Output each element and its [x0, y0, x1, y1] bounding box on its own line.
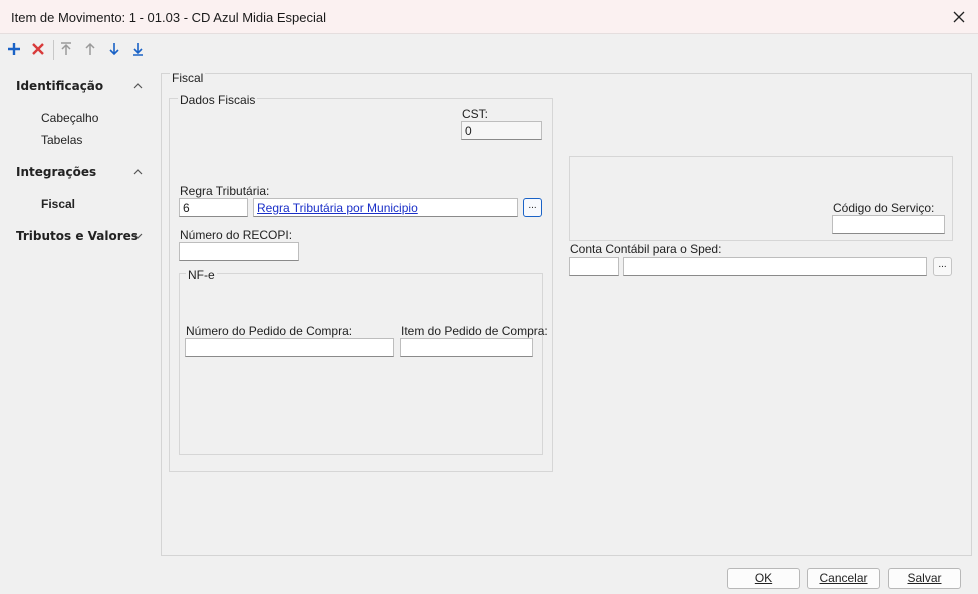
- arrow-down-icon[interactable]: [106, 41, 122, 57]
- conta-contabil-label: Conta Contábil para o Sped:: [570, 242, 722, 256]
- sidebar-item-cabecalho[interactable]: Cabeçalho: [41, 111, 98, 125]
- recopi-field[interactable]: [179, 242, 299, 261]
- conta-contabil-code-field[interactable]: [569, 257, 619, 276]
- toolbar-separator: [53, 40, 54, 60]
- x-icon[interactable]: [30, 41, 46, 57]
- ok-button[interactable]: OK: [727, 568, 800, 589]
- sidebar-item-tabelas[interactable]: Tabelas: [41, 133, 82, 147]
- item-pedido-field[interactable]: [400, 338, 533, 357]
- pedido-compra-field[interactable]: [185, 338, 394, 357]
- save-button-label: Salvar: [907, 571, 942, 585]
- section-identificacao[interactable]: Identificação: [16, 79, 103, 93]
- section-integracoes[interactable]: Integrações: [16, 165, 96, 179]
- cst-field[interactable]: 0: [461, 121, 542, 140]
- save-button[interactable]: Salvar: [888, 568, 961, 589]
- title-bar: Item de Movimento: 1 - 01.03 - CD Azul M…: [0, 0, 978, 34]
- cancel-button-label: Cancelar: [819, 571, 868, 585]
- chevron-up-icon[interactable]: [132, 80, 144, 92]
- codigo-servico-label: Código do Serviço:: [833, 201, 935, 215]
- dados-fiscais-title: Dados Fiscais: [178, 93, 258, 107]
- section-tributos-valores[interactable]: Tributos e Valores: [16, 229, 138, 243]
- pedido-compra-label: Número do Pedido de Compra:: [186, 324, 353, 338]
- arrow-up-icon[interactable]: [82, 41, 98, 57]
- toolbar: [0, 34, 978, 66]
- recopi-label: Número do RECOPI:: [180, 228, 293, 242]
- conta-contabil-lookup-button[interactable]: ...: [933, 257, 952, 276]
- regra-tributaria-code-field[interactable]: 6: [179, 198, 248, 217]
- regra-tributaria-label: Regra Tributária:: [180, 184, 270, 198]
- nfe-title: NF-e: [186, 268, 217, 282]
- regra-tributaria-description-field[interactable]: Regra Tributária por Municipio: [253, 198, 518, 217]
- cancel-button[interactable]: Cancelar: [807, 568, 880, 589]
- arrow-top-icon[interactable]: [58, 41, 74, 57]
- arrow-bottom-icon[interactable]: [130, 41, 146, 57]
- conta-contabil-description-field[interactable]: [623, 257, 927, 276]
- chevron-down-icon[interactable]: [132, 230, 144, 242]
- ok-button-label: OK: [754, 571, 773, 585]
- item-pedido-label: Item do Pedido de Compra:: [401, 324, 548, 338]
- plus-icon[interactable]: [6, 41, 22, 57]
- regra-tributaria-lookup-button[interactable]: ...: [523, 198, 542, 217]
- cst-label: CST:: [462, 107, 489, 121]
- regra-tributaria-link[interactable]: Regra Tributária por Municipio: [257, 201, 418, 215]
- group-title-fiscal: Fiscal: [170, 71, 206, 85]
- codigo-servico-field[interactable]: [832, 215, 945, 234]
- chevron-up-icon[interactable]: [132, 166, 144, 178]
- sidebar-item-fiscal[interactable]: Fiscal: [41, 197, 75, 211]
- close-icon[interactable]: [948, 6, 970, 28]
- sidebar: Identificação Cabeçalho Tabelas Integraç…: [0, 66, 160, 594]
- nfe-group: [179, 273, 543, 455]
- window-title: Item de Movimento: 1 - 01.03 - CD Azul M…: [11, 10, 327, 25]
